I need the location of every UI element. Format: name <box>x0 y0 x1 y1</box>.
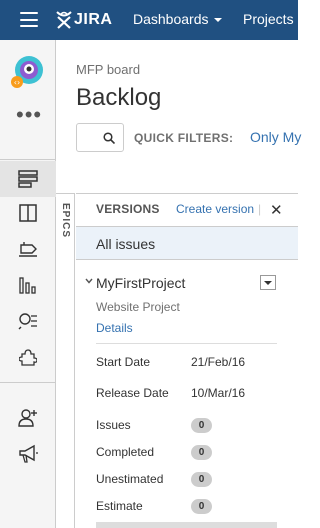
sidebar-item-active-sprints[interactable] <box>17 202 39 224</box>
all-issues-label: All issues <box>96 236 156 252</box>
quick-filters-label: QUICK FILTERS: <box>134 131 234 145</box>
logo-text: JIRA <box>74 11 113 28</box>
sidebar-item-add-people[interactable] <box>17 407 39 429</box>
nav-dashboards-label: Dashboards <box>133 11 209 27</box>
header-separator: | <box>258 202 262 216</box>
release-date-label: Release Date <box>96 386 169 400</box>
stat-completed-label: Completed <box>96 445 155 459</box>
release-date-value: 10/Mar/16 <box>191 386 246 400</box>
search-icon <box>103 132 115 144</box>
start-date-value: 21/Feb/16 <box>191 355 246 369</box>
sidebar-item-reports[interactable] <box>17 274 39 296</box>
sidebar-divider <box>0 382 56 383</box>
versions-panel-title: VERSIONS <box>96 202 160 216</box>
sidebar-divider <box>0 159 56 160</box>
version-details-link[interactable]: Details <box>96 321 133 335</box>
stat-issues-count: 0 <box>191 418 212 433</box>
app-switcher-icon[interactable] <box>20 12 38 27</box>
epics-tab-label[interactable]: EPICS <box>60 203 71 238</box>
dropdown-caret-icon <box>264 281 272 285</box>
version-name[interactable]: MyFirstProject <box>96 275 185 291</box>
more-options-icon[interactable]: ••• <box>16 104 42 126</box>
project-sidebar: ‹› ••• <box>0 40 56 528</box>
jira-logo[interactable]: JIRA <box>55 8 112 32</box>
stat-issues-label: Issues <box>96 418 131 432</box>
version-description: Website Project <box>96 300 180 314</box>
divider <box>96 343 277 344</box>
components-icon <box>19 349 37 366</box>
close-icon[interactable]: ✕ <box>270 201 283 219</box>
stat-unestimated-count: 0 <box>191 472 212 487</box>
active-sprints-icon <box>19 204 37 222</box>
issues-search-icon <box>18 313 37 330</box>
breadcrumb[interactable]: MFP board <box>76 62 140 77</box>
nav-projects-label: Projects <box>243 11 294 27</box>
jira-mark-icon <box>56 11 72 29</box>
version-progress-bar <box>96 522 277 528</box>
stat-estimate-count: 0 <box>191 499 212 514</box>
add-people-icon <box>18 409 37 427</box>
backlog-search-input[interactable] <box>76 123 124 152</box>
feedback-megaphone-icon <box>19 444 38 463</box>
sidebar-item-components[interactable] <box>17 346 39 368</box>
releases-icon <box>19 242 37 257</box>
stat-unestimated-label: Unestimated <box>96 472 164 486</box>
nav-dashboards[interactable]: Dashboards <box>133 11 222 27</box>
reports-icon <box>19 277 36 294</box>
create-version-link[interactable]: Create version <box>176 202 254 216</box>
svg-text:‹›: ‹› <box>14 78 20 87</box>
version-actions-dropdown[interactable] <box>260 275 276 290</box>
quick-filter-only-my-issues[interactable]: Only My <box>250 129 301 145</box>
chevron-down-icon[interactable] <box>85 278 93 284</box>
sidebar-item-feedback[interactable] <box>17 443 39 465</box>
start-date-label: Start Date <box>96 355 151 369</box>
top-navigation-bar: JIRA Dashboards Projects <box>0 0 298 40</box>
backlog-icon <box>18 170 38 188</box>
page-title: Backlog <box>76 84 162 111</box>
epics-panel-tab[interactable] <box>56 193 75 528</box>
sidebar-item-issues[interactable] <box>17 310 39 332</box>
project-avatar-icon[interactable]: ‹› <box>11 55 45 89</box>
stat-estimate-label: Estimate <box>96 499 143 513</box>
nav-projects[interactable]: Projects <box>243 11 294 27</box>
stat-completed-count: 0 <box>191 445 212 460</box>
sidebar-item-backlog[interactable] <box>0 161 56 197</box>
all-issues-filter[interactable]: All issues <box>76 226 298 260</box>
sidebar-item-releases[interactable] <box>17 238 39 260</box>
chevron-down-icon <box>213 18 222 23</box>
